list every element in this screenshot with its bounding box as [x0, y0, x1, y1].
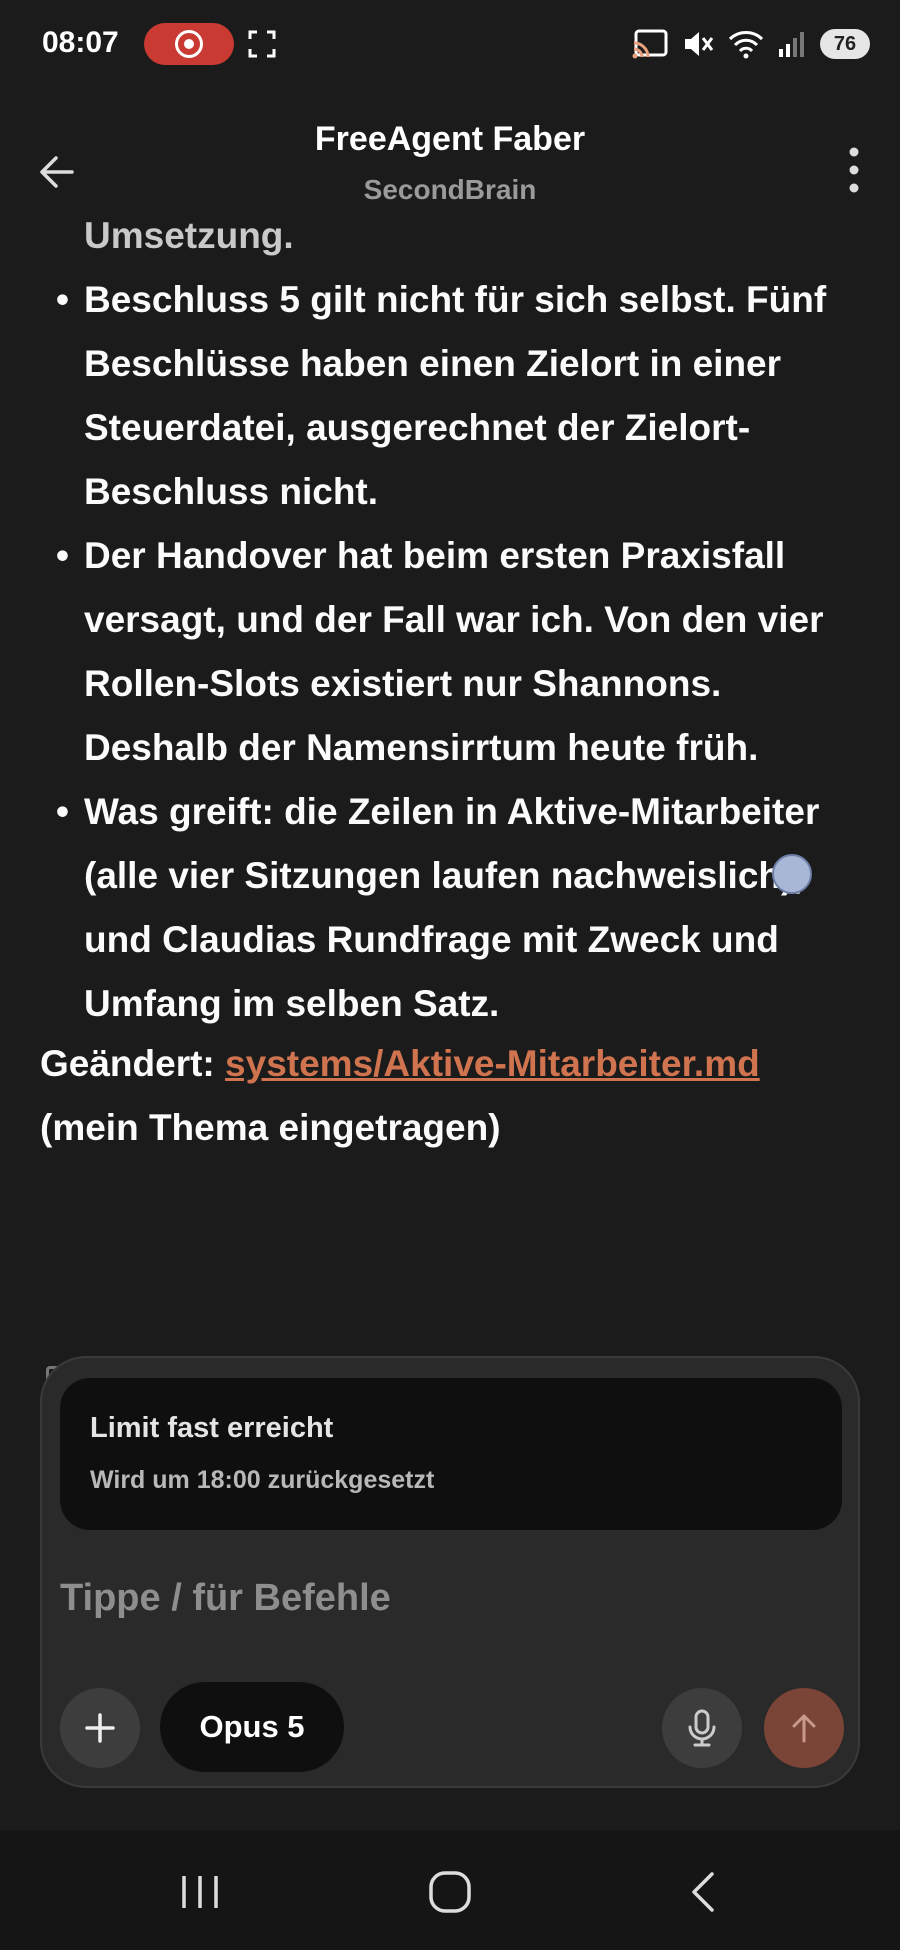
changed-label: Geändert: [40, 1043, 215, 1084]
battery-icon: 76 [820, 29, 870, 59]
bullet-list: Beschluss 5 gilt nicht für sich selbst. … [44, 268, 874, 1036]
project-subtitle[interactable]: SecondBrain [0, 174, 900, 206]
screen-record-icon[interactable] [144, 23, 234, 65]
limit-title: Limit fast erreicht [90, 1412, 334, 1444]
list-item: Was greift: die Zeilen in Aktive-Mitarbe… [44, 780, 874, 1036]
changed-note: (mein Thema eingetragen) [40, 1107, 501, 1148]
mute-icon [685, 32, 714, 56]
home-icon [429, 1871, 471, 1913]
cast-icon [632, 29, 668, 59]
touch-indicator [772, 854, 812, 894]
add-attachment-button[interactable] [60, 1688, 140, 1768]
page-title: FreeAgent Faber [314, 120, 586, 158]
changed-file-line: Geändert: systems/Aktive-Mitarbeiter.md … [40, 1032, 870, 1160]
message-composer: Limit fast erreicht Wird um 18:00 zurück… [40, 1356, 860, 1788]
voice-input-button[interactable] [662, 1688, 742, 1768]
arrow-up-icon [792, 1714, 816, 1743]
system-navigation-bar [0, 1830, 900, 1950]
screenshot-frame-icon [248, 30, 276, 58]
list-item: Der Handover hat beim ersten Praxisfall … [44, 524, 874, 780]
status-bar: 08:07 76 [0, 0, 900, 90]
plus-icon [85, 1713, 115, 1743]
recent-apps-button[interactable] [160, 1852, 240, 1932]
home-button[interactable] [410, 1852, 490, 1932]
model-selector-button[interactable]: Opus 5 [160, 1682, 344, 1772]
wifi-icon [728, 31, 764, 59]
prompt-input[interactable] [60, 1568, 842, 1628]
message-content[interactable]: Umsetzung. Beschluss 5 gilt nicht für si… [0, 180, 900, 1350]
signal-icon [779, 32, 804, 57]
microphone-icon [688, 1709, 716, 1747]
list-item: Beschluss 5 gilt nicht für sich selbst. … [44, 268, 874, 524]
back-chevron-icon [692, 1872, 714, 1912]
recent-apps-icon [182, 1876, 218, 1908]
changed-file-link[interactable]: systems/Aktive-Mitarbeiter.md [225, 1043, 760, 1084]
more-options-icon[interactable] [834, 140, 874, 200]
chat-header: FreeAgent Faber SecondBrain [0, 90, 900, 220]
back-button[interactable] [664, 1852, 744, 1932]
status-time: 08:07 [42, 26, 119, 59]
limit-warning-card: Limit fast erreicht Wird um 18:00 zurück… [60, 1378, 842, 1530]
send-button[interactable] [764, 1688, 844, 1768]
limit-subtitle: Wird um 18:00 zurückgesetzt [90, 1466, 435, 1494]
